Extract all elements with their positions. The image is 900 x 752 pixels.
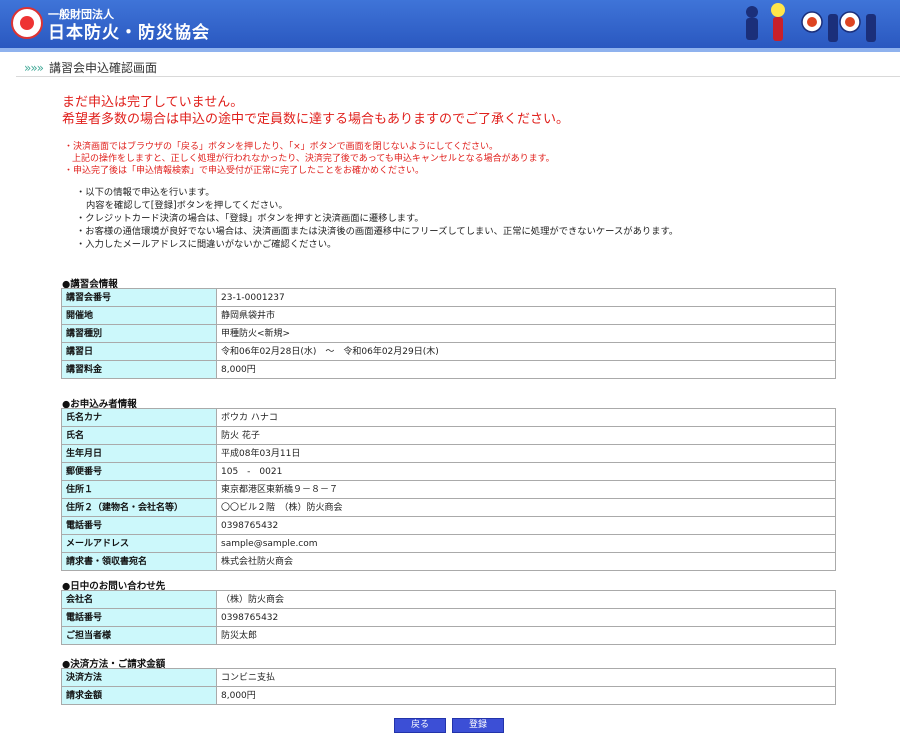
back-button[interactable]: 戻る [394, 718, 446, 733]
table-row: 講習料金 8,000円 [61, 360, 836, 379]
row-value: 105 - 0021 [216, 462, 836, 481]
payment-info-table: 決済方法 コンビニ支払 請求金額 8,000円 [61, 668, 836, 705]
table-row: 講習種別 甲種防火<新規> [61, 324, 836, 343]
row-label: 住所２（建物名・会社名等） [61, 498, 217, 517]
row-value: 0398765432 [216, 516, 836, 535]
row-value: 8,000円 [216, 360, 836, 379]
info-line: ・以下の情報で申込を行います。 [76, 187, 215, 198]
row-label: ご担当者様 [61, 626, 217, 645]
table-row: 決済方法 コンビニ支払 [61, 668, 836, 687]
table-row: 請求金額 8,000円 [61, 686, 836, 705]
row-value: コンビニ支払 [216, 668, 836, 687]
row-value: 令和06年02月28日(水) ～ 令和06年02月29日(木) [216, 342, 836, 361]
table-row: 住所２（建物名・会社名等） 〇〇ビル２階 （株）防火商会 [61, 498, 836, 517]
info-line: ・入力したメールアドレスに間違いがないかご確認ください。 [76, 239, 337, 250]
row-value: 平成08年03月11日 [216, 444, 836, 463]
row-label: 講習種別 [61, 324, 217, 343]
table-row: 電話番号 0398765432 [61, 608, 836, 627]
mascot-illustration-icon [746, 3, 876, 42]
row-label: 郵便番号 [61, 462, 217, 481]
table-row: メールアドレス sample@sample.com [61, 534, 836, 553]
row-label: 開催地 [61, 306, 217, 325]
row-value: 防火 花子 [216, 426, 836, 445]
row-value: 東京都港区東新橋９－８－７ [216, 480, 836, 499]
page-title-text: 講習会申込確認画面 [49, 61, 158, 75]
table-row: 電話番号 0398765432 [61, 516, 836, 535]
row-value: （株）防火商会 [216, 590, 836, 609]
contact-info-table: 会社名 （株）防火商会 電話番号 0398765432 ご担当者様 防災太郎 [61, 590, 836, 645]
row-label: 電話番号 [61, 608, 217, 627]
table-row: ご担当者様 防災太郎 [61, 626, 836, 645]
row-label: メールアドレス [61, 534, 217, 553]
row-label: 講習料金 [61, 360, 217, 379]
title-divider [16, 76, 900, 77]
table-row: 郵便番号 105 - 0021 [61, 462, 836, 481]
warning-note: ・申込完了後は「申込情報検索」で申込受付が正常に完了したことをお確かめください。 [64, 166, 425, 176]
association-logo-icon [11, 7, 43, 39]
info-line: 内容を確認して[登録]ボタンを押してください。 [86, 200, 288, 211]
row-label: 請求書・領収書宛名 [61, 552, 217, 571]
table-row: 氏名カナ ボウカ ハナコ [61, 408, 836, 427]
submit-button[interactable]: 登録 [452, 718, 504, 733]
table-row: 生年月日 平成08年03月11日 [61, 444, 836, 463]
arrows-icon: »»» [24, 61, 44, 75]
table-row: 氏名 防火 花子 [61, 426, 836, 445]
row-label: 住所１ [61, 480, 217, 499]
row-label: 会社名 [61, 590, 217, 609]
course-info-table: 講習会番号 23-1-0001237 開催地 静岡県袋井市 講習種別 甲種防火<新規>… [61, 288, 836, 379]
info-line: ・お客様の通信環境が良好でない場合は、決済画面または決済後の画面遷移中にフリーズ… [76, 226, 679, 237]
row-value: 株式会社防火商会 [216, 552, 836, 571]
org-name: 日本防火・防災協会 [48, 23, 210, 43]
row-value: 0398765432 [216, 608, 836, 627]
row-label: 生年月日 [61, 444, 217, 463]
row-label: 氏名 [61, 426, 217, 445]
warning-capacity: 希望者多数の場合は申込の途中で定員数に達する場合もありますのでご了承ください。 [62, 112, 570, 127]
row-value: 甲種防火<新規> [216, 324, 836, 343]
row-value: sample@sample.com [216, 534, 836, 553]
row-value: 〇〇ビル２階 （株）防火商会 [216, 498, 836, 517]
table-row: 請求書・領収書宛名 株式会社防火商会 [61, 552, 836, 571]
row-label: 講習会番号 [61, 288, 217, 307]
row-value: 8,000円 [216, 686, 836, 705]
row-value: 防災太郎 [216, 626, 836, 645]
row-value: ボウカ ハナコ [216, 408, 836, 427]
row-label: 請求金額 [61, 686, 217, 705]
table-row: 会社名 （株）防火商会 [61, 590, 836, 609]
info-line: ・クレジットカード決済の場合は、「登録」ボタンを押すと決済画面に遷移します。 [76, 213, 424, 224]
site-header: 一般財団法人 日本防火・防災協会 [0, 0, 900, 52]
applicant-info-table: 氏名カナ ボウカ ハナコ 氏名 防火 花子 生年月日 平成08年03月11日 郵便番号… [61, 408, 836, 571]
page-title: »»» 講習会申込確認画面 [24, 59, 157, 76]
table-row: 住所１ 東京都港区東新橋９－８－７ [61, 480, 836, 499]
row-label: 氏名カナ [61, 408, 217, 427]
row-label: 電話番号 [61, 516, 217, 535]
row-label: 講習日 [61, 342, 217, 361]
row-value: 静岡県袋井市 [216, 306, 836, 325]
row-label: 決済方法 [61, 668, 217, 687]
table-row: 講習会番号 23-1-0001237 [61, 288, 836, 307]
table-row: 開催地 静岡県袋井市 [61, 306, 836, 325]
table-row: 講習日 令和06年02月28日(水) ～ 令和06年02月29日(木) [61, 342, 836, 361]
row-value: 23-1-0001237 [216, 288, 836, 307]
